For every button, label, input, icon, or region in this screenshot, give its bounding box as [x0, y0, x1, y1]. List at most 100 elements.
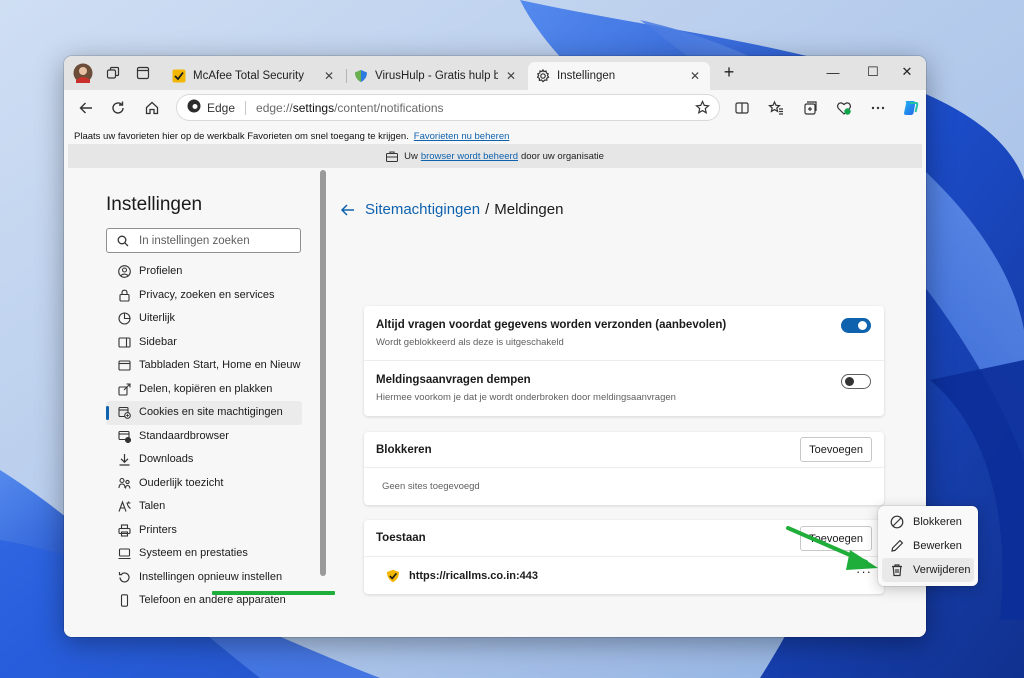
- manage-favorites-link[interactable]: Favorieten nu beheren: [414, 131, 510, 142]
- menu-item-verwijderen[interactable]: Verwijderen: [882, 558, 974, 582]
- menu-item-bewerken[interactable]: Bewerken: [882, 534, 974, 558]
- address-bar[interactable]: Edge edge://settings/content/notificatio…: [176, 94, 720, 121]
- tab-mcafee[interactable]: McAfee Total Security ✕: [164, 62, 344, 90]
- sidebar-item-talen[interactable]: Talen: [106, 495, 302, 519]
- sidebar-item-label: Uiterlijk: [139, 312, 176, 324]
- url-path: /content/notifications: [334, 100, 444, 115]
- tab-close-icon[interactable]: ✕: [504, 69, 518, 83]
- address-divider: [245, 100, 247, 115]
- more-options-icon[interactable]: [864, 94, 892, 122]
- breadcrumb-separator: /: [485, 201, 490, 218]
- toggle-knob: [845, 377, 854, 386]
- tab-close-icon[interactable]: ✕: [322, 69, 336, 83]
- briefcase-icon: [386, 151, 399, 162]
- reset-icon: [118, 570, 131, 585]
- mcafee-check-icon: [172, 69, 186, 83]
- sidebar-item-downloads[interactable]: Downloads: [106, 448, 302, 472]
- add-block-button[interactable]: Toevoegen: [800, 437, 872, 462]
- refresh-icon[interactable]: [104, 94, 132, 122]
- page-title: Meldingen: [494, 201, 564, 218]
- profile-avatar[interactable]: [70, 61, 96, 85]
- maximize-button[interactable]: ☐: [856, 56, 890, 88]
- system-icon: [118, 546, 131, 561]
- sidebar-item-reset[interactable]: Instellingen opnieuw instellen: [106, 566, 302, 590]
- sidebar-item-label: Delen, kopiëren en plakken: [139, 382, 273, 395]
- notification-options-card: Altijd vragen voordat gegevens worden ve…: [364, 306, 884, 416]
- url-highlight-underline: [212, 591, 335, 595]
- breadcrumb-sitemachtigingen-link[interactable]: Sitemachtigingen: [365, 201, 480, 218]
- gear-icon: [536, 69, 550, 83]
- settings-search-box[interactable]: [106, 228, 301, 253]
- menu-item-blokkeren[interactable]: Blokkeren: [882, 510, 974, 534]
- tab-title: McAfee Total Security: [193, 70, 305, 82]
- lock-icon: [118, 288, 131, 303]
- browser-essentials-icon[interactable]: [830, 94, 858, 122]
- profile-icon: [118, 264, 131, 279]
- tab-title: VirusHulp - Gratis hulp bij virusse: [375, 70, 498, 82]
- sidebar-item-standaardbrowser[interactable]: Standaardbrowser: [106, 425, 302, 449]
- managed-suffix: door uw organisatie: [520, 150, 604, 162]
- menu-item-label: Verwijderen: [913, 564, 971, 576]
- search-icon: [117, 235, 129, 247]
- mcafee-check-icon: [386, 569, 400, 583]
- breadcrumb: Sitemachtigingen / Meldingen: [340, 201, 563, 218]
- menu-item-label: Bewerken: [913, 540, 962, 552]
- sidebar-item-printers[interactable]: Printers: [106, 519, 302, 543]
- ask-before-sending-toggle[interactable]: [841, 318, 871, 333]
- navigation-toolbar: Edge edge://settings/content/notificatio…: [64, 90, 926, 126]
- minimize-button[interactable]: —: [816, 56, 850, 88]
- setting-title: Altijd vragen voordat gegevens worden ve…: [376, 319, 727, 331]
- sidebar-item-label: Sidebar: [139, 335, 177, 348]
- family-icon: [118, 476, 131, 491]
- block-title: Blokkeren: [376, 443, 432, 456]
- allow-title: Toestaan: [376, 532, 426, 544]
- sidebar-item-delen[interactable]: Delen, kopiëren en plakken: [106, 378, 302, 402]
- sidebar-item-ouderlijk-toezicht[interactable]: Ouderlijk toezicht: [106, 472, 302, 496]
- sidebar-item-label: Talen: [139, 500, 166, 512]
- tab-virushulp[interactable]: VirusHulp - Gratis hulp bij virusse ✕: [346, 62, 526, 90]
- back-arrow-icon[interactable]: [340, 203, 355, 217]
- sidebar-item-cookies[interactable]: Cookies en site machtigingen: [106, 401, 302, 425]
- collections-icon[interactable]: [796, 94, 824, 122]
- sidebar-item-sidebar[interactable]: Sidebar: [106, 331, 302, 355]
- copilot-icon[interactable]: [896, 94, 924, 122]
- sidebar-item-label: Standaardbrowser: [139, 429, 229, 442]
- tab-instellingen[interactable]: Instellingen ✕: [528, 62, 710, 90]
- virushulp-icon: [354, 69, 368, 83]
- managed-browser-link[interactable]: browser wordt beheerd: [421, 151, 518, 162]
- split-screen-icon[interactable]: [728, 94, 756, 122]
- new-tab-button[interactable]: +: [712, 56, 746, 88]
- favorite-star-icon[interactable]: [695, 100, 710, 118]
- close-window-button[interactable]: ✕: [890, 56, 924, 88]
- favorites-bar-text: Plaats uw favorieten hier op de werkbalk…: [74, 130, 409, 142]
- start-tab-icon: [118, 358, 131, 373]
- sidebar-item-privacy[interactable]: Privacy, zoeken en services: [106, 284, 302, 308]
- printer-icon: [118, 523, 131, 538]
- block-card: Blokkeren Toevoegen Geen sites toegevoeg…: [364, 432, 884, 505]
- home-icon[interactable]: [138, 94, 166, 122]
- back-icon[interactable]: [72, 94, 100, 122]
- toggle-knob: [858, 321, 867, 330]
- quiet-requests-toggle[interactable]: [841, 374, 871, 389]
- sidebar-item-uiterlijk[interactable]: Uiterlijk: [106, 307, 302, 331]
- favorites-icon[interactable]: [762, 94, 790, 122]
- block-icon: [890, 515, 904, 529]
- menu-item-label: Blokkeren: [913, 516, 962, 528]
- sidebar-item-systeem[interactable]: Systeem en prestaties: [106, 542, 302, 566]
- setting-description: Wordt geblokkeerd als deze is uitgeschak…: [376, 337, 564, 348]
- sidebar-icon: [118, 335, 131, 350]
- setting-row-quiet-requests: Meldingsaanvragen dempen Hiermee voorkom…: [364, 361, 884, 416]
- workspaces-icon[interactable]: [100, 61, 126, 85]
- tab-actions-icon[interactable]: [130, 61, 156, 85]
- sidebar-item-label: Cookies en site machtigingen: [139, 406, 283, 418]
- sidebar-item-profielen[interactable]: Profielen: [106, 260, 302, 284]
- sidebar-item-label: Instellingen opnieuw instellen: [139, 570, 283, 583]
- phone-icon: [118, 593, 131, 608]
- tab-close-icon[interactable]: ✕: [688, 69, 702, 83]
- sidebar-item-label: Downloads: [139, 453, 194, 465]
- sidebar-item-label: Printers: [139, 523, 177, 536]
- sidebar-item-label: Privacy, zoeken en services: [139, 288, 275, 301]
- settings-search-input[interactable]: [139, 234, 289, 247]
- setting-title: Meldingsaanvragen dempen: [376, 374, 531, 386]
- sidebar-item-start-home[interactable]: Tabbladen Start, Home en Nieuw: [106, 354, 302, 378]
